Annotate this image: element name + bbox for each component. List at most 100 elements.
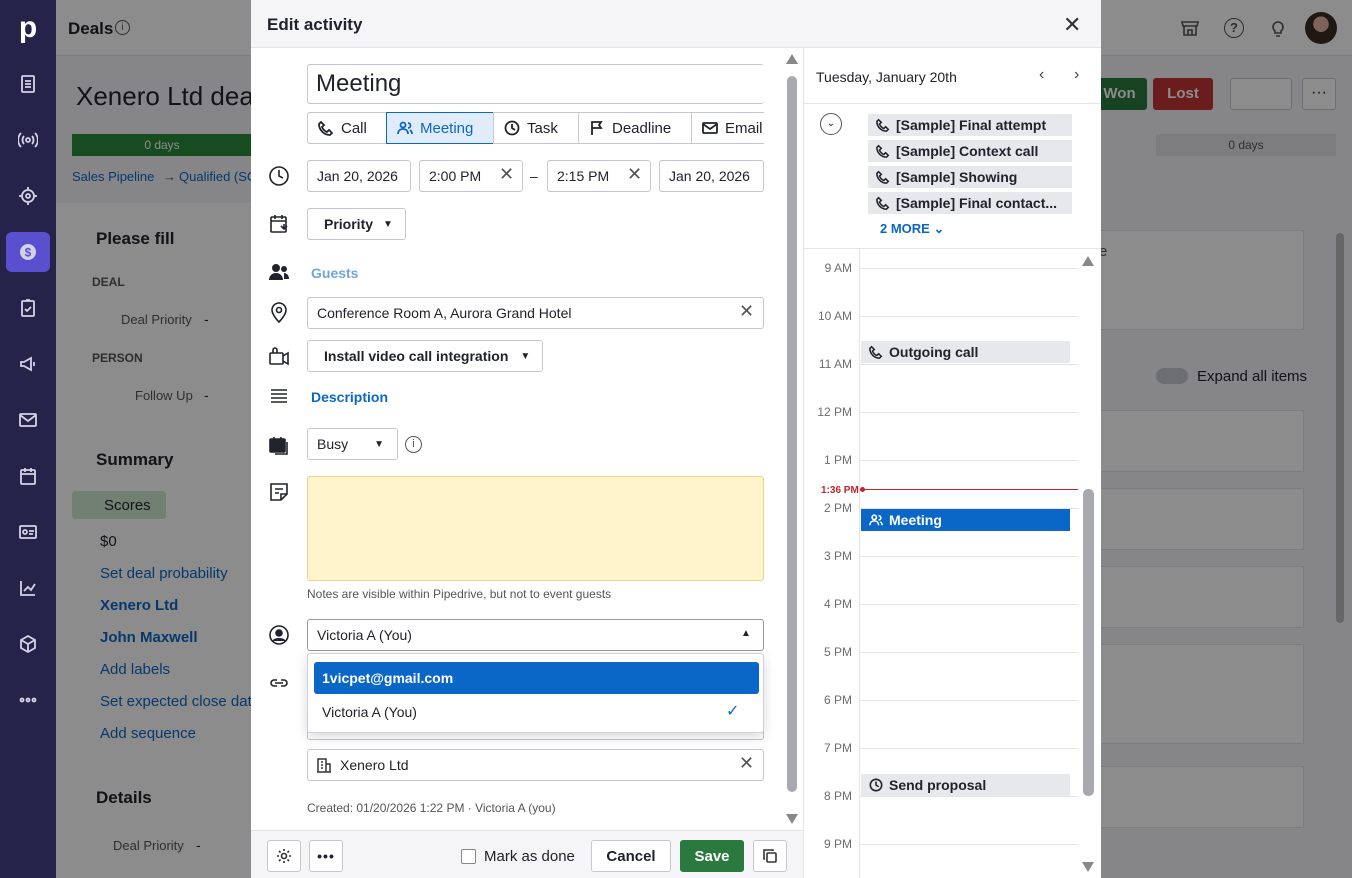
prev-day-icon[interactable]: ‹ xyxy=(1039,66,1044,84)
scroll-up-arrow[interactable] xyxy=(786,54,798,64)
all-day-event[interactable]: [Sample] Final attempt xyxy=(868,114,1072,136)
calendar-event-send-proposal[interactable]: Send proposal xyxy=(861,774,1070,796)
cancel-button[interactable]: Cancel xyxy=(591,840,671,872)
settings-button[interactable] xyxy=(267,840,301,872)
nav-campaigns-icon[interactable] xyxy=(10,346,46,382)
start-date-input[interactable]: Jan 20, 2026 xyxy=(307,160,411,192)
video-call-integration-dropdown[interactable]: Install video call integration ▼ xyxy=(307,340,543,372)
priority-dropdown[interactable]: Priority ▼ xyxy=(307,208,406,240)
hour-gridline xyxy=(860,364,1078,365)
hour-label: 10 AM xyxy=(817,309,852,323)
scroll-thumb[interactable] xyxy=(787,76,797,792)
time-separator: – xyxy=(530,168,538,184)
nav-activities-icon[interactable] xyxy=(10,290,46,326)
nav-insights-icon[interactable] xyxy=(10,570,46,606)
clear-start-time-icon[interactable]: ✕ xyxy=(499,164,514,185)
owner-option-email[interactable]: 1vicpet@gmail.com xyxy=(314,662,759,694)
event-title: Send proposal xyxy=(889,777,987,793)
duplicate-button[interactable] xyxy=(753,840,787,872)
caret-down-icon: ▼ xyxy=(520,350,531,362)
guests-link[interactable]: Guests xyxy=(311,265,358,281)
nav-leads-icon[interactable] xyxy=(10,66,46,102)
calendar-event-outgoing-call[interactable]: Outgoing call xyxy=(861,341,1070,363)
save-button[interactable]: Save xyxy=(680,840,744,872)
caret-up-icon[interactable]: ▲ xyxy=(741,628,751,639)
owner-user-icon xyxy=(268,624,290,646)
nav-mail-icon[interactable] xyxy=(10,402,46,438)
hour-label: 8 PM xyxy=(823,789,852,803)
hour-label: 9 AM xyxy=(824,261,852,275)
gear-icon xyxy=(277,849,291,863)
nav-deals-icon[interactable]: $ xyxy=(6,232,50,272)
more-events-link[interactable]: 2 MORE ⌄ xyxy=(880,221,944,237)
calendar-header-divider xyxy=(803,103,1101,104)
note-icon xyxy=(268,481,290,503)
organization-input[interactable]: Xenero Ltd xyxy=(307,749,764,781)
priority-calendar-icon xyxy=(268,213,290,235)
nav-more-icon[interactable] xyxy=(10,682,46,718)
location-value: Conference Room A, Aurora Grand Hotel xyxy=(317,305,572,321)
guests-icon xyxy=(268,261,290,283)
cancel-label: Cancel xyxy=(606,847,656,865)
form-scrollbar[interactable] xyxy=(785,52,799,828)
event-title: Outgoing call xyxy=(889,344,979,360)
type-label: Email xyxy=(725,119,763,137)
hour-label: 3 PM xyxy=(823,549,852,563)
owner-select[interactable]: Victoria A (You) xyxy=(307,619,764,651)
type-deadline-button[interactable]: Deadline xyxy=(578,112,692,144)
type-label: Call xyxy=(341,119,367,137)
nav-broadcast-icon[interactable] xyxy=(10,122,46,158)
nav-calendar-icon[interactable] xyxy=(10,458,46,494)
clear-location-icon[interactable]: ✕ xyxy=(739,301,754,322)
description-link[interactable]: Description xyxy=(311,389,388,405)
organization-value: Xenero Ltd xyxy=(340,757,409,773)
event-title: [Sample] Showing xyxy=(896,169,1018,185)
all-day-event[interactable]: [Sample] Showing xyxy=(868,166,1072,188)
calendar-scroll-up-arrow[interactable] xyxy=(1082,256,1094,266)
type-meeting-button[interactable]: Meeting xyxy=(386,112,494,144)
all-day-event[interactable]: [Sample] Context call xyxy=(868,140,1072,162)
calendar-scroll-down-arrow[interactable] xyxy=(1082,862,1094,872)
mark-done-checkbox[interactable] xyxy=(461,849,476,864)
subject-input[interactable]: Meeting xyxy=(307,64,764,104)
end-time-value: 2:15 PM xyxy=(557,168,610,184)
all-day-event[interactable]: [Sample] Final contact... xyxy=(868,192,1072,214)
mark-done-label[interactable]: Mark as done xyxy=(484,848,575,865)
svg-text:$: $ xyxy=(25,246,32,260)
clear-end-time-icon[interactable]: ✕ xyxy=(627,164,642,185)
hour-gridline xyxy=(860,316,1078,317)
pipedrive-logo[interactable]: p xyxy=(14,12,42,44)
location-input[interactable]: Conference Room A, Aurora Grand Hotel xyxy=(307,297,764,329)
hour-label: 9 PM xyxy=(823,837,852,851)
email-icon xyxy=(702,122,718,134)
scroll-down-arrow[interactable] xyxy=(786,814,798,824)
clear-organization-icon[interactable]: ✕ xyxy=(739,753,754,774)
calendar-scroll-thumb[interactable] xyxy=(1083,489,1094,796)
type-call-button[interactable]: Call xyxy=(307,112,387,144)
owner-option-victoria[interactable]: Victoria A (You) ✓ xyxy=(314,696,759,728)
hour-gridline xyxy=(860,748,1078,749)
info-icon[interactable]: i xyxy=(405,436,422,453)
people-icon xyxy=(869,514,883,526)
calendar-event-meeting[interactable]: Meeting xyxy=(861,509,1070,531)
current-time-dot xyxy=(860,487,865,492)
hour-label: 5 PM xyxy=(823,645,852,659)
type-task-button[interactable]: Task xyxy=(493,112,579,144)
busy-status-icon xyxy=(268,434,290,456)
end-date-input[interactable]: Jan 20, 2026 xyxy=(659,160,764,192)
hour-label: 7 PM xyxy=(823,741,852,755)
nav-target-icon[interactable] xyxy=(10,178,46,214)
all-day-divider xyxy=(803,248,1101,249)
hour-gridline xyxy=(860,796,1078,797)
more-options-button[interactable]: ••• xyxy=(309,840,343,872)
current-time-label: 1:36 PM xyxy=(821,485,859,496)
collapse-all-day-icon[interactable]: ⌄ xyxy=(820,113,842,135)
nav-contacts-icon[interactable] xyxy=(10,514,46,550)
next-day-icon[interactable]: › xyxy=(1074,66,1079,84)
caret-down-icon: ▼ xyxy=(374,438,385,450)
close-icon[interactable]: ✕ xyxy=(1063,12,1081,38)
nav-products-icon[interactable] xyxy=(10,626,46,662)
busy-dropdown[interactable]: Busy ▼ xyxy=(307,428,398,460)
type-email-button[interactable]: Email xyxy=(691,112,764,144)
notes-textarea[interactable] xyxy=(307,476,764,581)
